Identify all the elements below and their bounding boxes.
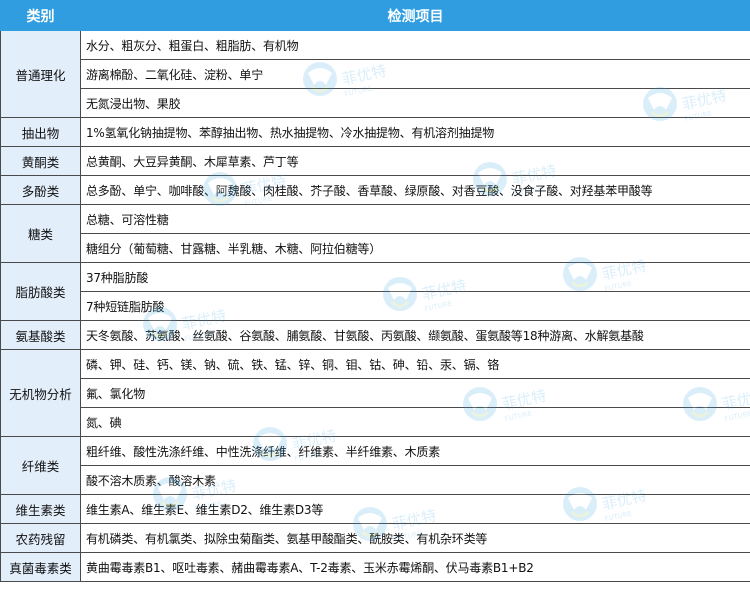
- table-row: 抽出物 1%氢氧化钠抽提物、苯醇抽出物、热水抽提物、冷水抽提物、有机溶剂抽提物: [0, 117, 750, 147]
- table-row: 氨基酸类 天冬氨酸、苏氨酸、丝氨酸、谷氨酸、脯氨酸、甘氨酸、丙氨酸、缬氨酸、蛋氨酸…: [0, 320, 750, 350]
- test-item-cell: 氮、碘: [80, 407, 750, 437]
- table-row: 脂肪酸类 37种脂肪酸: [0, 262, 750, 321]
- header-test-items: 检测项目: [80, 0, 750, 31]
- test-item-cell: 酸不溶木质素、酸溶木素: [80, 465, 750, 495]
- table-row: 农药残留 有机磷类、有机氯类、拟除虫菊酯类、氨基甲酸酯类、酰胺类、有机杂环类等: [0, 523, 750, 553]
- table-row: 糖组分（葡萄糖、甘露糖、半乳糖、木糖、阿拉伯糖等）: [1, 233, 750, 263]
- category-cell: 脂肪酸类: [0, 262, 81, 321]
- page: 类别 检测项目 普通理化 水分、粗灰分、粗蛋白、粗脂肪、有机物 游离棉酚、二氧化硅、…: [0, 0, 750, 589]
- table-body: 普通理化 水分、粗灰分、粗蛋白、粗脂肪、有机物 游离棉酚、二氧化硅、淀粉、单宁 无氮浸…: [0, 30, 750, 582]
- category-cell: 糖类: [0, 204, 81, 263]
- test-item-cell: 总糖、可溶性糖: [80, 204, 750, 234]
- test-item-cell: 游离棉酚、二氧化硅、淀粉、单宁: [80, 59, 750, 89]
- table-row: 纤维类 粗纤维、酸性洗涤纤维、中性洗涤纤维、纤维素、半纤维素、木质素: [0, 436, 750, 495]
- test-item-cell: 总黄酮、大豆异黄酮、木犀草素、芦丁等: [80, 146, 750, 176]
- table-row: 氟、氯化物: [1, 378, 750, 408]
- header-category: 类别: [0, 0, 81, 31]
- test-item-cell: 糖组分（葡萄糖、甘露糖、半乳糖、木糖、阿拉伯糖等）: [80, 233, 750, 263]
- category-cell: 多酚类: [0, 175, 81, 205]
- table-row: 无氮浸出物、果胶: [1, 88, 750, 118]
- table-row: 酸不溶木质素、酸溶木素: [1, 465, 750, 495]
- category-cell: 真菌毒素类: [0, 552, 81, 582]
- table-header-row: 类别 检测项目: [0, 0, 750, 31]
- table-row: 游离棉酚、二氧化硅、淀粉、单宁: [1, 59, 750, 89]
- test-item-cell: 总多酚、单宁、咖啡酸、阿魏酸、肉桂酸、芥子酸、香草酸、绿原酸、对香豆酸、没食子酸…: [80, 175, 750, 205]
- test-items-table: 类别 检测项目 普通理化 水分、粗灰分、粗蛋白、粗脂肪、有机物 游离棉酚、二氧化硅、…: [0, 0, 750, 582]
- test-item-cell: 维生素A、维生素E、维生素D2、维生素D3等: [80, 494, 750, 524]
- test-item-cell: 7种短链脂肪酸: [80, 291, 750, 321]
- table-row: 普通理化 水分、粗灰分、粗蛋白、粗脂肪、有机物: [0, 30, 750, 118]
- category-cell: 纤维类: [0, 436, 81, 495]
- table-row: 黄酮类 总黄酮、大豆异黄酮、木犀草素、芦丁等: [0, 146, 750, 176]
- category-cell: 维生素类: [0, 494, 81, 524]
- category-cell: 黄酮类: [0, 146, 81, 176]
- table-row: 维生素类 维生素A、维生素E、维生素D2、维生素D3等: [0, 494, 750, 524]
- table-row: 7种短链脂肪酸: [1, 291, 750, 321]
- test-item-cell: 水分、粗灰分、粗蛋白、粗脂肪、有机物: [80, 30, 750, 60]
- table-row: 真菌毒素类 黄曲霉毒素B1、呕吐毒素、赭曲霉毒素A、T-2毒素、玉米赤霉烯酮、伏马…: [0, 552, 750, 582]
- table-row: 多酚类 总多酚、单宁、咖啡酸、阿魏酸、肉桂酸、芥子酸、香草酸、绿原酸、对香豆酸、没…: [0, 175, 750, 205]
- table-row: 无机物分析 磷、钾、硅、钙、镁、钠、硫、铁、锰、锌、铜、钼、钴、砷、铅、汞、镉、铬: [0, 349, 750, 437]
- category-cell: 农药残留: [0, 523, 81, 553]
- test-item-cell: 有机磷类、有机氯类、拟除虫菊酯类、氨基甲酸酯类、酰胺类、有机杂环类等: [80, 523, 750, 553]
- category-cell: 氨基酸类: [0, 320, 81, 350]
- test-item-cell: 氟、氯化物: [80, 378, 750, 408]
- table-row: 氮、碘: [1, 407, 750, 437]
- test-item-cell: 黄曲霉毒素B1、呕吐毒素、赭曲霉毒素A、T-2毒素、玉米赤霉烯酮、伏马毒素B1+…: [80, 552, 750, 582]
- test-item-cell: 粗纤维、酸性洗涤纤维、中性洗涤纤维、纤维素、半纤维素、木质素: [80, 436, 750, 466]
- category-cell: 普通理化: [0, 30, 81, 118]
- category-cell: 抽出物: [0, 117, 81, 147]
- table-row: 糖类 总糖、可溶性糖: [0, 204, 750, 263]
- category-cell: 无机物分析: [0, 349, 81, 437]
- test-item-cell: 天冬氨酸、苏氨酸、丝氨酸、谷氨酸、脯氨酸、甘氨酸、丙氨酸、缬氨酸、蛋氨酸等18种…: [80, 320, 750, 350]
- test-item-cell: 磷、钾、硅、钙、镁、钠、硫、铁、锰、锌、铜、钼、钴、砷、铅、汞、镉、铬: [80, 349, 750, 379]
- test-item-cell: 无氮浸出物、果胶: [80, 88, 750, 118]
- test-item-cell: 1%氢氧化钠抽提物、苯醇抽出物、热水抽提物、冷水抽提物、有机溶剂抽提物: [80, 117, 750, 147]
- test-item-cell: 37种脂肪酸: [80, 262, 750, 292]
